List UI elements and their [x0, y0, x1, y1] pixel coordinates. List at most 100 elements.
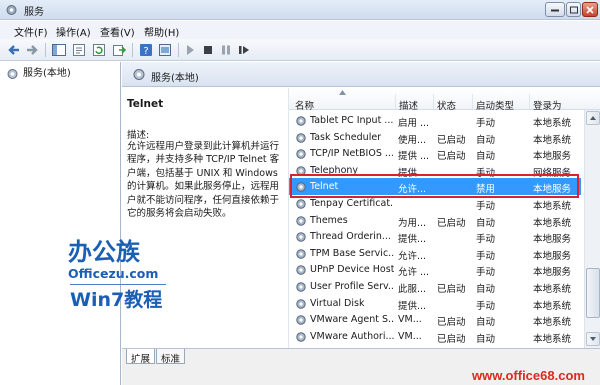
column-divider[interactable] — [395, 94, 396, 109]
service-gear-icon — [296, 116, 306, 126]
help-icon[interactable]: ? — [138, 42, 154, 58]
service-gear-icon — [296, 298, 306, 309]
column-logon-as[interactable]: 登录为 — [533, 98, 562, 112]
table-row[interactable]: VMware Authori... VM... 已启动 自动 本地系统 — [289, 328, 581, 345]
tree-item-services-local[interactable]: 服务(本地) — [6, 67, 71, 81]
table-row[interactable]: Virtual Disk 提供... 手动 本地系统 — [289, 295, 581, 312]
svg-text:Win7教程: Win7教程 — [70, 288, 162, 310]
service-logon-cell: 本地系统 — [533, 201, 572, 212]
service-logon-cell: 本地系统 — [533, 284, 572, 295]
column-startup-type[interactable]: 启动类型 — [476, 98, 514, 112]
column-description[interactable]: 描述 — [399, 98, 418, 112]
service-description-cell: 允许... — [398, 250, 427, 262]
service-logon-cell: 本地系统 — [533, 333, 572, 345]
column-divider[interactable] — [433, 94, 434, 109]
service-status-cell: 已启动 — [437, 284, 466, 295]
service-logon-cell: 本地系统 — [533, 118, 572, 129]
scroll-up-button[interactable] — [586, 111, 600, 125]
column-name[interactable]: 名称 — [295, 98, 314, 112]
service-description-cell: 此服... — [398, 284, 427, 295]
maximize-button[interactable] — [566, 2, 581, 17]
toolbar-separator — [45, 43, 46, 57]
service-list: 名称 描述 状态 启动类型 登录为 Tablet PC Input ... 启用 … — [288, 88, 600, 348]
service-startup-cell: 手动 — [476, 250, 496, 262]
officezu-logo: 办公族 Officezu.com Win7教程 — [68, 238, 166, 310]
table-row[interactable]: Themes 为用... 已启动 自动 本地系统 — [289, 212, 581, 229]
service-logon-cell: 本地系统 — [533, 300, 572, 312]
service-startup-cell: 自动 — [476, 317, 496, 329]
service-startup-cell: 自动 — [476, 284, 496, 295]
column-divider[interactable] — [529, 94, 530, 109]
restart-icon[interactable] — [236, 42, 252, 58]
service-description-cell: 提供... — [398, 300, 427, 312]
service-gear-icon — [296, 315, 306, 325]
forward-icon[interactable] — [24, 42, 40, 58]
service-name-cell: TPM Base Servic... — [310, 247, 394, 259]
service-startup-cell: 手动 — [476, 201, 496, 212]
minimize-button[interactable] — [545, 2, 565, 17]
menu-action[interactable]: 操作(A) — [56, 24, 91, 39]
table-row[interactable]: User Profile Serv... 此服... 已启动 自动 本地系统 — [289, 278, 581, 295]
service-name-cell: User Profile Serv... — [310, 281, 394, 292]
table-row[interactable]: Tablet PC Input ... 启用 ... 手动 本地系统 — [289, 112, 581, 129]
service-gear-icon — [296, 232, 306, 242]
scroll-up-icon — [590, 116, 596, 120]
refresh-icon[interactable] — [91, 42, 107, 58]
scroll-down-icon — [590, 337, 596, 341]
title-bar: 服务 — [0, 0, 600, 20]
play-icon[interactable] — [182, 42, 198, 58]
table-row[interactable]: Task Scheduler 使用... 已启动 自动 本地系统 — [289, 129, 581, 146]
sort-ascending-icon — [339, 90, 346, 95]
service-status-cell: 已启动 — [437, 134, 466, 146]
tab-extended[interactable]: 扩展 — [126, 349, 156, 365]
menu-help[interactable]: 帮助(H) — [144, 24, 179, 39]
column-status[interactable]: 状态 — [437, 98, 456, 112]
vertical-scrollbar[interactable] — [584, 110, 600, 348]
close-button[interactable] — [582, 2, 598, 17]
svg-text:Officezu.com: Officezu.com — [68, 266, 158, 281]
close-icon — [586, 5, 594, 14]
table-row[interactable]: TCP/IP NetBIOS ... 提供 ... 已启动 自动 本地服务 — [289, 145, 581, 162]
table-row[interactable]: TPM Base Servic... 允许... 手动 本地服务 — [289, 245, 581, 262]
minimize-icon — [551, 9, 559, 11]
menu-bar: 文件(F) 操作(A) 查看(V) 帮助(H) — [0, 21, 600, 39]
service-startup-cell: 自动 — [476, 134, 496, 146]
service-name-cell: VMware Agent S... — [310, 314, 394, 326]
pause-icon[interactable] — [218, 42, 234, 58]
view-tabs: 扩展 标准 — [122, 348, 600, 365]
service-gear-icon — [296, 282, 306, 292]
mmc-icon[interactable] — [157, 42, 173, 58]
services-gear-icon — [133, 69, 145, 80]
service-description-cell: 启用 ... — [398, 118, 430, 129]
table-row[interactable]: UPnP Device Host 允许 ... 手动 本地服务 — [289, 261, 581, 278]
menu-view[interactable]: 查看(V) — [100, 24, 135, 39]
back-icon[interactable] — [6, 42, 22, 58]
export-icon[interactable] — [111, 42, 127, 58]
scrollbar-thumb[interactable] — [586, 268, 600, 318]
service-description-cell: 提供... — [398, 234, 427, 246]
table-row[interactable]: VMware Agent S... VM... 已启动 自动 本地系统 — [289, 311, 581, 328]
service-startup-cell: 手动 — [476, 118, 496, 129]
service-gear-icon — [296, 215, 306, 226]
console-tree-icon[interactable] — [51, 42, 67, 58]
service-description-cell: 提供 ... — [398, 151, 430, 163]
tab-standard[interactable]: 标准 — [156, 349, 186, 365]
service-status-cell: 已启动 — [437, 317, 466, 329]
maximize-icon — [569, 6, 578, 13]
service-gear-icon — [296, 149, 306, 159]
stop-icon[interactable] — [200, 42, 216, 58]
service-description-cell: 允许 ... — [398, 267, 430, 279]
tree-item-label: 服务(本地) — [23, 68, 71, 79]
description-label: 描述: — [127, 130, 150, 141]
service-logon-cell: 本地服务 — [533, 267, 572, 279]
service-name-cell: TCP/IP NetBIOS ... — [310, 148, 394, 160]
service-gear-icon — [296, 249, 306, 259]
services-gear-icon — [7, 69, 18, 79]
properties-icon[interactable] — [71, 42, 87, 58]
table-row[interactable]: Thread Orderin... 提供... 手动 本地服务 — [289, 228, 581, 245]
scroll-down-button[interactable] — [586, 332, 600, 346]
service-description-cell: 使用... — [398, 134, 427, 146]
service-logon-cell: 本地系统 — [533, 317, 572, 329]
menu-file[interactable]: 文件(F) — [14, 24, 48, 39]
column-divider[interactable] — [472, 94, 473, 109]
